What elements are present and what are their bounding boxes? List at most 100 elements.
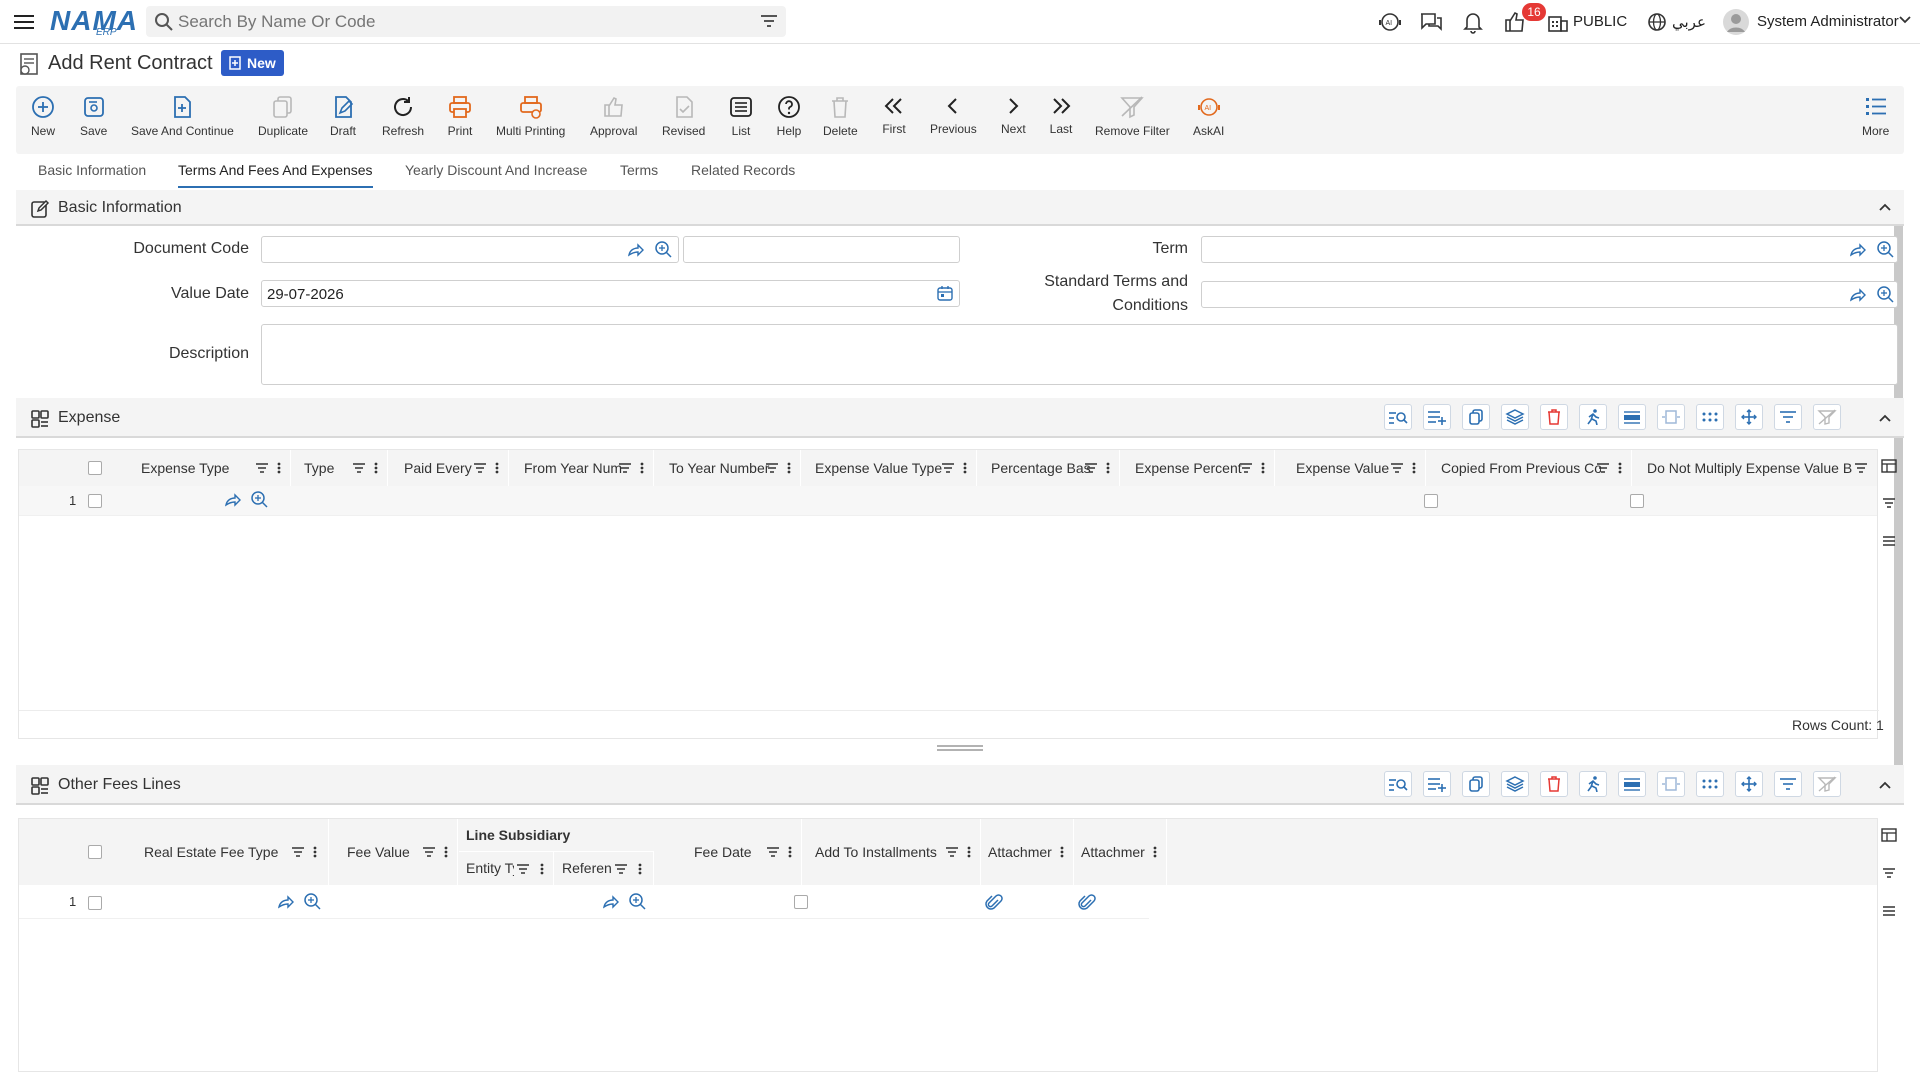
- term-input[interactable]: [1201, 236, 1898, 263]
- column-header[interactable]: To Year Number: [655, 450, 801, 486]
- tab-terms[interactable]: Terms: [620, 162, 658, 186]
- grid-filter-button[interactable]: [1774, 771, 1802, 797]
- column-menu-icon[interactable]: [1618, 462, 1622, 474]
- list-button[interactable]: List: [728, 94, 754, 138]
- column-header[interactable]: Expense Percent: [1121, 450, 1275, 486]
- table-row[interactable]: 1: [19, 486, 1877, 516]
- language-toggle[interactable]: عربي: [1672, 13, 1706, 31]
- column-header[interactable]: Expense Value Type: [802, 450, 977, 486]
- approval-button[interactable]: Approval: [590, 94, 637, 138]
- column-menu-icon[interactable]: [495, 462, 499, 474]
- remove-filter-button[interactable]: Remove Filter: [1095, 94, 1170, 138]
- grid-find-button[interactable]: [1384, 404, 1412, 430]
- attachment-icon[interactable]: [985, 894, 1003, 912]
- column-filter-icon[interactable]: [1854, 462, 1868, 474]
- column-filter-icon[interactable]: [1084, 462, 1098, 474]
- column-filter-icon[interactable]: [614, 863, 628, 875]
- column-header[interactable]: Percentage Bas: [978, 450, 1120, 486]
- delete-button[interactable]: Delete: [823, 94, 858, 138]
- column-filter-icon[interactable]: [473, 462, 487, 474]
- column-menu-icon[interactable]: [787, 462, 791, 474]
- column-header[interactable]: Attachmer: [982, 819, 1074, 885]
- bell-icon[interactable]: [1460, 9, 1488, 35]
- revised-button[interactable]: Revised: [662, 94, 705, 138]
- grid-more-dots-button[interactable]: [1696, 404, 1724, 430]
- grid-remove-filter-button[interactable]: [1813, 404, 1841, 430]
- column-header[interactable]: From Year Num: [510, 450, 654, 486]
- search-input[interactable]: [178, 6, 738, 37]
- column-filter-icon[interactable]: [1390, 462, 1404, 474]
- previous-button[interactable]: Previous: [930, 94, 977, 136]
- select-all-checkbox[interactable]: [88, 461, 102, 475]
- column-menu-icon[interactable]: [444, 846, 448, 858]
- save-button[interactable]: Save: [80, 94, 107, 138]
- collapse-icon[interactable]: [1878, 411, 1892, 425]
- do-not-multiply-checkbox[interactable]: [1630, 494, 1644, 508]
- select-all-checkbox[interactable]: [88, 845, 102, 859]
- grid-delete-button[interactable]: [1540, 404, 1568, 430]
- column-header[interactable]: Referen: [555, 852, 654, 885]
- grid-run-button[interactable]: [1579, 404, 1607, 430]
- column-header[interactable]: Attachmer: [1075, 819, 1167, 885]
- new-button[interactable]: New: [30, 94, 56, 138]
- hamburger-menu-icon[interactable]: [12, 11, 36, 33]
- lookup-search-icon[interactable]: [654, 240, 672, 258]
- avatar[interactable]: [1722, 8, 1750, 35]
- column-header[interactable]: Add To Installments: [803, 819, 981, 885]
- column-header[interactable]: Fee Value: [330, 819, 458, 885]
- tab-related-records[interactable]: Related Records: [691, 162, 795, 186]
- branch-icon[interactable]: [1546, 9, 1574, 35]
- chat-icon[interactable]: [1418, 9, 1446, 35]
- document-code-name-field[interactable]: [683, 236, 960, 263]
- tab-terms-fees-expenses[interactable]: Terms And Fees And Expenses: [178, 162, 373, 188]
- table-row[interactable]: 1: [19, 885, 1149, 919]
- draft-button[interactable]: Draft: [330, 94, 356, 138]
- user-name[interactable]: System Administrator: [1757, 13, 1899, 30]
- more-button[interactable]: More: [1862, 94, 1889, 138]
- column-filter-icon[interactable]: [352, 462, 366, 474]
- save-and-continue-button[interactable]: Save And Continue: [131, 94, 234, 138]
- page-scrollbar[interactable]: [1894, 190, 1903, 784]
- column-filter-icon[interactable]: [1596, 462, 1610, 474]
- lookup-search-icon[interactable]: [628, 892, 646, 910]
- column-menu-icon[interactable]: [788, 846, 792, 858]
- column-header[interactable]: Copied From Previous Co: [1427, 450, 1632, 486]
- grid-move-button[interactable]: [1735, 771, 1763, 797]
- column-header[interactable]: Fee Date: [655, 819, 802, 885]
- askai-button[interactable]: AI AskAI: [1193, 94, 1224, 138]
- open-link-icon[interactable]: [224, 491, 242, 509]
- collapse-icon[interactable]: [1878, 778, 1892, 792]
- globe-icon[interactable]: [1646, 11, 1674, 37]
- first-button[interactable]: First: [882, 94, 906, 136]
- column-menu-icon[interactable]: [374, 462, 378, 474]
- grid-insert-row-button[interactable]: [1618, 404, 1646, 430]
- column-menu-icon[interactable]: [963, 462, 967, 474]
- standard-terms-input[interactable]: [1201, 281, 1898, 308]
- columns-chooser-icon[interactable]: [1881, 458, 1897, 474]
- row-checkbox[interactable]: [88, 896, 102, 910]
- grid-filter-button[interactable]: [1774, 404, 1802, 430]
- grid-find-button[interactable]: [1384, 771, 1412, 797]
- grid-fit-columns-button[interactable]: [1657, 404, 1685, 430]
- grid-copy-button[interactable]: [1462, 404, 1490, 430]
- column-menu-icon[interactable]: [1060, 846, 1064, 858]
- grid-more-dots-button[interactable]: [1696, 771, 1724, 797]
- column-filter-icon[interactable]: [765, 462, 779, 474]
- column-menu-icon[interactable]: [1261, 462, 1265, 474]
- column-header[interactable]: Expense Type: [129, 450, 291, 486]
- lookup-search-icon[interactable]: [303, 892, 321, 910]
- logo[interactable]: NAMA ERP: [50, 5, 137, 38]
- grid-move-button[interactable]: [1735, 404, 1763, 430]
- tab-basic-information[interactable]: Basic Information: [38, 162, 146, 186]
- column-menu-icon[interactable]: [1412, 462, 1416, 474]
- column-header[interactable]: Expense Value: [1276, 450, 1426, 486]
- grid-fit-columns-button[interactable]: [1657, 771, 1685, 797]
- grid-add-row-button[interactable]: [1423, 771, 1451, 797]
- grid-remove-filter-button[interactable]: [1813, 771, 1841, 797]
- column-menu-icon[interactable]: [313, 846, 317, 858]
- grid-add-row-button[interactable]: [1423, 404, 1451, 430]
- open-link-icon[interactable]: [277, 893, 295, 911]
- lookup-search-icon[interactable]: [1876, 285, 1894, 303]
- column-header[interactable]: Real Estate Fee Type: [129, 819, 329, 885]
- grid-delete-button[interactable]: [1540, 771, 1568, 797]
